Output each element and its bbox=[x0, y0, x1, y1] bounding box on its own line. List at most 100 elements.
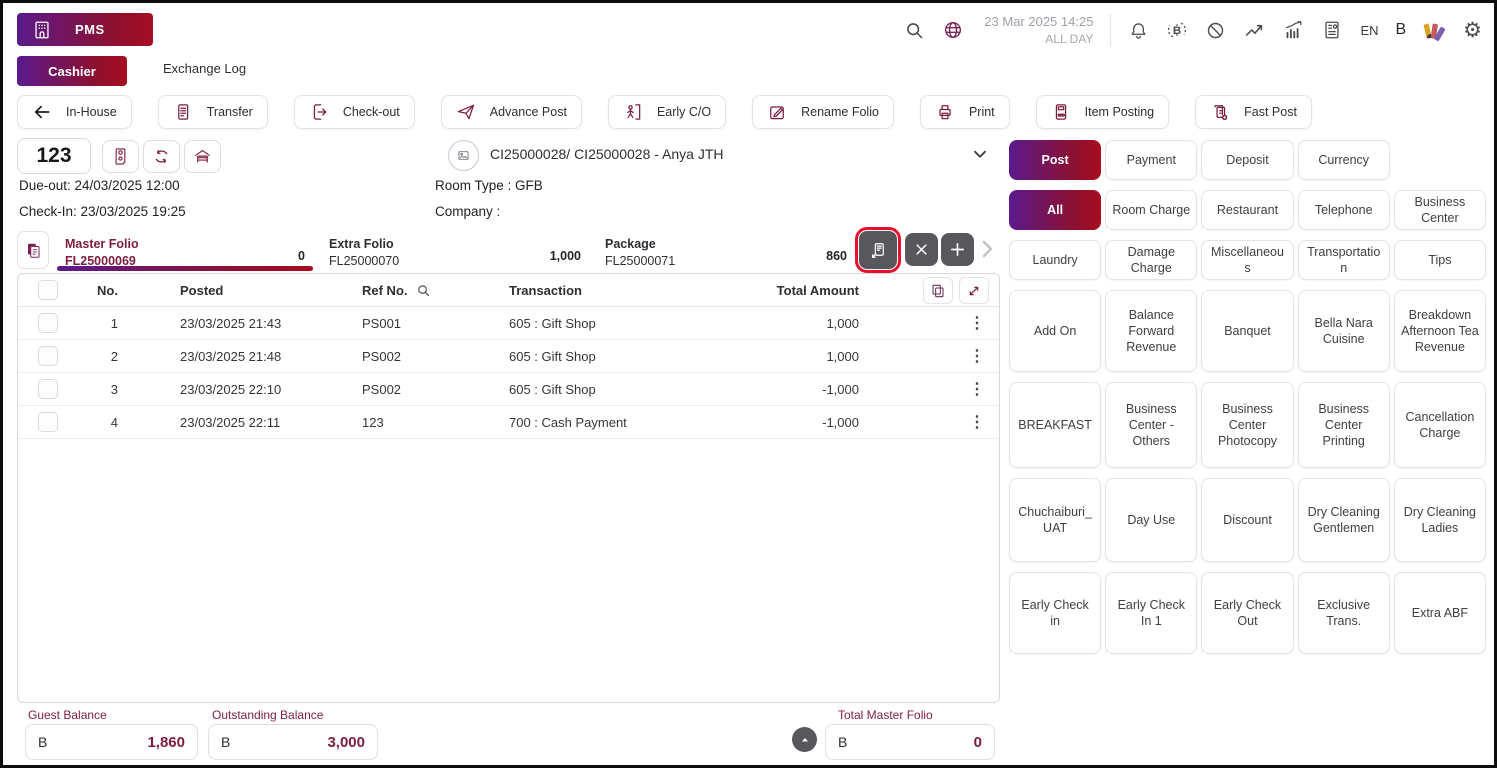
panel-item-breakdown-afternoon-tea-revenue[interactable]: Breakdown Afternoon Tea Revenue bbox=[1394, 290, 1486, 372]
in-house-button[interactable]: In-House bbox=[17, 95, 132, 129]
ref-search-icon[interactable] bbox=[416, 283, 431, 298]
panel-item-day-use[interactable]: Day Use bbox=[1105, 478, 1197, 562]
panel-action-post[interactable]: Post bbox=[1009, 140, 1101, 180]
panel-category-restaurant[interactable]: Restaurant bbox=[1201, 190, 1293, 230]
folio-device-button-highlighted[interactable] bbox=[859, 231, 897, 269]
door-hanger-icon[interactable] bbox=[102, 140, 139, 173]
due-out-text: Due-out: 24/03/2025 12:00 bbox=[19, 178, 180, 193]
folio-documents-icon[interactable] bbox=[17, 231, 49, 269]
guest-photo-icon[interactable] bbox=[448, 140, 479, 171]
panel-item-discount[interactable]: Discount bbox=[1201, 478, 1293, 562]
pms-logo-button[interactable]: PMS bbox=[17, 13, 153, 46]
currency-exchange-icon[interactable]: B bbox=[1166, 19, 1188, 41]
tab-exchange-log[interactable]: Exchange Log bbox=[163, 61, 246, 76]
transfer-button[interactable]: Transfer bbox=[158, 95, 268, 129]
panel-category-laundry[interactable]: Laundry bbox=[1009, 240, 1101, 280]
folio-tabs-next-chevron-icon[interactable] bbox=[975, 237, 999, 261]
panel-item-business-center-printing[interactable]: Business Center Printing bbox=[1298, 382, 1390, 468]
print-button[interactable]: Print bbox=[920, 95, 1010, 129]
panel-item-banquet[interactable]: Banquet bbox=[1201, 290, 1293, 372]
row-checkbox[interactable] bbox=[38, 346, 58, 366]
language-selector[interactable]: EN bbox=[1360, 23, 1378, 38]
notifications-bell-icon[interactable] bbox=[1128, 20, 1149, 41]
no-post-icon[interactable] bbox=[1205, 20, 1226, 41]
guest-balance-amount: 1,860 bbox=[147, 734, 185, 751]
globe-icon[interactable] bbox=[942, 19, 964, 41]
room-status-cycle-icon[interactable] bbox=[143, 140, 180, 173]
folio-tab-package[interactable]: Package FL25000071 860 bbox=[595, 229, 857, 271]
room-number-box[interactable]: 123 bbox=[17, 138, 91, 174]
room-bed-icon[interactable] bbox=[184, 140, 221, 173]
panel-category-room-charge[interactable]: Room Charge bbox=[1105, 190, 1197, 230]
row-menu-icon[interactable]: ⋮ bbox=[955, 412, 999, 432]
report-card-icon[interactable] bbox=[1321, 19, 1343, 41]
panel-item-business-center-photocopy[interactable]: Business Center Photocopy bbox=[1201, 382, 1293, 468]
panel-category-telephone[interactable]: Telephone bbox=[1298, 190, 1390, 230]
cell-posted: 23/03/2025 21:43 bbox=[118, 316, 362, 331]
row-menu-icon[interactable]: ⋮ bbox=[955, 346, 999, 366]
folio-tab-extra[interactable]: Extra Folio FL25000070 1,000 bbox=[319, 229, 591, 271]
panel-item-extra-abf[interactable]: Extra ABF bbox=[1394, 572, 1486, 654]
panel-item-balance-forward-revenue[interactable]: Balance Forward Revenue bbox=[1105, 290, 1197, 372]
panel-action-payment[interactable]: Payment bbox=[1105, 140, 1197, 180]
folio-tab-master[interactable]: Master Folio FL25000069 0 bbox=[55, 229, 315, 271]
panel-item-dry-cleaning-gentlemen[interactable]: Dry Cleaning Gentlemen bbox=[1298, 478, 1390, 562]
collapse-up-icon[interactable] bbox=[792, 727, 817, 752]
line-chart-icon[interactable] bbox=[1243, 19, 1265, 41]
panel-category-transportation[interactable]: Transportation bbox=[1298, 240, 1390, 280]
early-checkout-person-icon bbox=[623, 102, 643, 122]
panel-item-breakfast[interactable]: BREAKFAST bbox=[1009, 382, 1101, 468]
panel-item-cancellation-charge[interactable]: Cancellation Charge bbox=[1394, 382, 1486, 468]
panel-item-bella-nara-cuisine[interactable]: Bella Nara Cuisine bbox=[1298, 290, 1390, 372]
panel-action-currency[interactable]: Currency bbox=[1298, 140, 1390, 180]
panel-category-damage-charge[interactable]: Damage Charge bbox=[1105, 240, 1197, 280]
item-posting-button[interactable]: Item Posting bbox=[1036, 95, 1169, 129]
fast-post-button[interactable]: Fast Post bbox=[1195, 95, 1312, 129]
panel-action-deposit[interactable]: Deposit bbox=[1201, 140, 1293, 180]
row-checkbox[interactable] bbox=[38, 412, 58, 432]
row-checkbox[interactable] bbox=[38, 379, 58, 399]
panel-category-business-center[interactable]: Business Center bbox=[1394, 190, 1486, 230]
copy-transactions-icon[interactable] bbox=[923, 277, 953, 304]
panel-item-early-check-in[interactable]: Early Check in bbox=[1009, 572, 1101, 654]
header-transaction: Transaction bbox=[509, 283, 718, 298]
early-co-button[interactable]: Early C/O bbox=[608, 95, 726, 129]
table-row[interactable]: 2 23/03/2025 21:48 PS002 605 : Gift Shop… bbox=[18, 340, 999, 373]
panel-item-business-center-others[interactable]: Business Center - Others bbox=[1105, 382, 1197, 468]
table-row[interactable]: 4 23/03/2025 22:11 123 700 : Cash Paymen… bbox=[18, 406, 999, 439]
currency-selector[interactable]: B bbox=[1396, 21, 1407, 39]
expand-table-icon[interactable] bbox=[959, 277, 989, 304]
bar-chart-icon[interactable] bbox=[1282, 19, 1304, 41]
cell-ref: PS001 bbox=[362, 316, 509, 331]
add-folio-button[interactable] bbox=[941, 233, 974, 266]
panel-category-miscellaneous[interactable]: Miscellaneous bbox=[1201, 240, 1293, 280]
close-folio-button[interactable] bbox=[905, 233, 938, 266]
panel-item-dry-cleaning-ladies[interactable]: Dry Cleaning Ladies bbox=[1394, 478, 1486, 562]
panel-item-early-check-out[interactable]: Early Check Out bbox=[1201, 572, 1293, 654]
row-checkbox[interactable] bbox=[38, 313, 58, 333]
guest-dropdown-chevron-icon[interactable] bbox=[969, 143, 991, 165]
search-icon[interactable] bbox=[904, 20, 925, 41]
business-date[interactable]: 23 Mar 2025 14:25 ALL DAY bbox=[981, 13, 1093, 47]
panel-category-all[interactable]: All bbox=[1009, 190, 1101, 230]
row-menu-icon[interactable]: ⋮ bbox=[955, 379, 999, 399]
rename-folio-button[interactable]: Rename Folio bbox=[752, 95, 894, 129]
table-row[interactable]: 1 23/03/2025 21:43 PS001 605 : Gift Shop… bbox=[18, 307, 999, 340]
tab-cashier[interactable]: Cashier bbox=[17, 56, 127, 86]
panel-item-exclusive-trans[interactable]: Exclusive Trans. bbox=[1298, 572, 1390, 654]
theme-palette-icon[interactable] bbox=[1423, 19, 1446, 42]
row-menu-icon[interactable]: ⋮ bbox=[955, 313, 999, 333]
panel-category-tips[interactable]: Tips bbox=[1394, 240, 1486, 280]
panel-item-early-check-in-1[interactable]: Early Check In 1 bbox=[1105, 572, 1197, 654]
check-out-button[interactable]: Check-out bbox=[294, 95, 415, 129]
settings-gear-icon[interactable]: ⚙ bbox=[1463, 20, 1482, 41]
cell-no: 4 bbox=[70, 415, 118, 430]
language-label: EN bbox=[1360, 23, 1378, 38]
panel-item-add-on[interactable]: Add On bbox=[1009, 290, 1101, 372]
panel-item-chuchaiburi-uat[interactable]: Chuchaiburi_UAT bbox=[1009, 478, 1101, 562]
table-row[interactable]: 3 23/03/2025 22:10 PS002 605 : Gift Shop… bbox=[18, 373, 999, 406]
advance-post-button[interactable]: Advance Post bbox=[441, 95, 582, 129]
outstanding-balance-box: B 3,000 bbox=[208, 724, 378, 760]
cell-no: 3 bbox=[70, 382, 118, 397]
select-all-checkbox[interactable] bbox=[38, 280, 58, 300]
